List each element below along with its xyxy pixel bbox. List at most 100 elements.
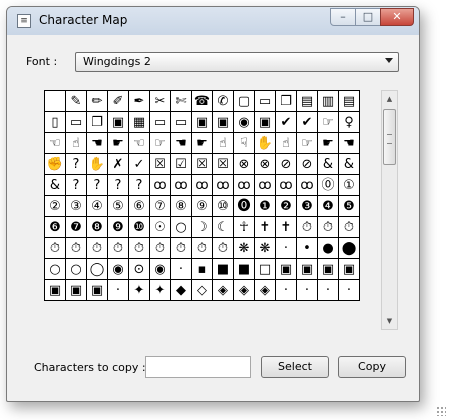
character-cell[interactable]: ꝏ xyxy=(296,174,318,196)
character-cell[interactable]: ⏱ xyxy=(107,237,129,259)
character-cell[interactable]: ꝏ xyxy=(170,174,192,196)
character-cell[interactable]: ▣ xyxy=(65,279,87,301)
character-cell[interactable]: ⓪ xyxy=(317,174,339,196)
character-cell[interactable]: ⏱ xyxy=(65,237,87,259)
grid-scrollbar[interactable]: ▲ ▼ xyxy=(381,90,398,330)
character-cell[interactable]: ▪ xyxy=(191,258,213,280)
character-cell[interactable]: ⊗ xyxy=(254,153,276,175)
character-cell[interactable]: ◈ xyxy=(212,279,234,301)
character-cell[interactable]: ▯ xyxy=(44,111,66,133)
character-cell[interactable]: ◯ xyxy=(86,258,108,280)
character-cell[interactable]: ☟ xyxy=(233,132,255,154)
character-cell[interactable]: ꝏ xyxy=(233,174,255,196)
character-cell[interactable]: ❿ xyxy=(128,216,150,238)
character-cell[interactable]: ◈ xyxy=(254,279,276,301)
character-cell[interactable]: ❹ xyxy=(317,195,339,217)
character-cell[interactable]: ⬤ xyxy=(338,237,360,259)
character-cell[interactable]: ꝏ xyxy=(254,174,276,196)
character-cell[interactable]: ▤ xyxy=(296,90,318,112)
character-cell[interactable]: ④ xyxy=(86,195,108,217)
character-cell[interactable]: ❐ xyxy=(86,111,108,133)
character-cell[interactable]: □ xyxy=(254,258,276,280)
character-cell[interactable]: ✝ xyxy=(275,216,297,238)
character-cell[interactable]: ✗ xyxy=(107,153,129,175)
character-cell[interactable]: ▣ xyxy=(212,111,234,133)
character-cell[interactable]: ❐ xyxy=(275,90,297,112)
character-cell[interactable]: ? xyxy=(107,174,129,196)
character-cell[interactable]: ☜ xyxy=(128,132,150,154)
character-cell[interactable]: ② xyxy=(44,195,66,217)
character-cell[interactable]: ■ xyxy=(212,258,234,280)
character-cell[interactable]: ⑤ xyxy=(107,195,129,217)
character-cell[interactable]: ❋ xyxy=(233,237,255,259)
character-cell[interactable]: ☝ xyxy=(65,132,87,154)
character-cell[interactable]: ▣ xyxy=(86,279,108,301)
character-cell[interactable]: ❷ xyxy=(275,195,297,217)
scroll-up-icon[interactable]: ▲ xyxy=(382,91,397,107)
character-cell[interactable]: · xyxy=(317,279,339,301)
character-cell[interactable]: ● xyxy=(317,237,339,259)
character-cell[interactable]: ▭ xyxy=(65,111,87,133)
character-cell[interactable]: ✋ xyxy=(254,132,276,154)
character-cell[interactable]: ⏱ xyxy=(338,216,360,238)
character-cell[interactable]: ▭ xyxy=(170,111,192,133)
character-cell[interactable]: ꝏ xyxy=(212,174,234,196)
character-cell[interactable]: ⏱ xyxy=(212,237,234,259)
character-cell[interactable]: ☾ xyxy=(212,216,234,238)
character-cell[interactable]: ❾ xyxy=(107,216,129,238)
copy-button[interactable]: Copy xyxy=(338,356,406,378)
character-cell[interactable]: ☑ xyxy=(170,153,192,175)
character-cell[interactable]: ③ xyxy=(65,195,87,217)
character-cell[interactable]: ☛ xyxy=(191,132,213,154)
character-cell[interactable]: ⑩ xyxy=(212,195,234,217)
character-cell[interactable]: & xyxy=(44,174,66,196)
character-cell[interactable]: ꝏ xyxy=(275,174,297,196)
character-cell[interactable]: ? xyxy=(65,153,87,175)
character-cell[interactable]: ✔ xyxy=(296,111,318,133)
close-button[interactable]: ✕ xyxy=(380,8,414,26)
character-cell[interactable]: ☽ xyxy=(191,216,213,238)
character-cell[interactable]: ✂ xyxy=(149,90,171,112)
maximize-button[interactable]: □ xyxy=(355,8,381,26)
character-cell[interactable]: ▣ xyxy=(107,111,129,133)
character-cell[interactable]: ▣ xyxy=(44,279,66,301)
character-cell[interactable]: ♀ xyxy=(338,111,360,133)
character-cell[interactable]: & xyxy=(338,153,360,175)
character-cell[interactable]: ⏱ xyxy=(317,216,339,238)
character-cell[interactable]: ◉ xyxy=(149,258,171,280)
character-cell[interactable]: ? xyxy=(128,174,150,196)
character-cell[interactable]: ? xyxy=(86,174,108,196)
font-dropdown[interactable]: Wingdings 2 xyxy=(75,52,399,72)
character-cell[interactable]: ? xyxy=(65,174,87,196)
character-cell[interactable]: ◆ xyxy=(170,279,192,301)
character-cell[interactable]: ⊗ xyxy=(233,153,255,175)
character-cell[interactable]: ◉ xyxy=(107,258,129,280)
character-cell[interactable]: ⓿ xyxy=(233,195,255,217)
character-cell[interactable]: ⑨ xyxy=(191,195,213,217)
character-cell[interactable]: ❺ xyxy=(338,195,360,217)
minimize-button[interactable]: – xyxy=(330,8,356,26)
character-cell[interactable]: · xyxy=(338,279,360,301)
character-cell[interactable]: ▣ xyxy=(275,258,297,280)
character-cell[interactable]: ☚ xyxy=(170,132,192,154)
character-cell[interactable]: ◉ xyxy=(233,111,255,133)
character-cell[interactable]: ▣ xyxy=(254,111,276,133)
character-cell[interactable]: ⏱ xyxy=(170,237,192,259)
character-cell[interactable]: ○ xyxy=(170,216,192,238)
character-cell[interactable]: · xyxy=(170,258,192,280)
character-cell[interactable]: ✓ xyxy=(128,153,150,175)
character-cell[interactable]: ⑦ xyxy=(149,195,171,217)
character-cell[interactable]: ① xyxy=(338,174,360,196)
character-cell[interactable]: · xyxy=(107,279,129,301)
character-cell[interactable]: ☚ xyxy=(86,132,108,154)
character-cell[interactable]: ⏱ xyxy=(296,216,318,238)
character-cell[interactable]: ☎ xyxy=(191,90,213,112)
character-cell[interactable]: ☒ xyxy=(149,153,171,175)
character-cell[interactable]: ⏱ xyxy=(128,237,150,259)
character-cell[interactable]: & xyxy=(317,153,339,175)
character-cell[interactable]: ✎ xyxy=(65,90,87,112)
character-cell[interactable]: ❻ xyxy=(44,216,66,238)
character-cell[interactable]: ☞ xyxy=(149,132,171,154)
character-cell[interactable]: ❶ xyxy=(254,195,276,217)
character-cell[interactable]: ▥ xyxy=(317,90,339,112)
